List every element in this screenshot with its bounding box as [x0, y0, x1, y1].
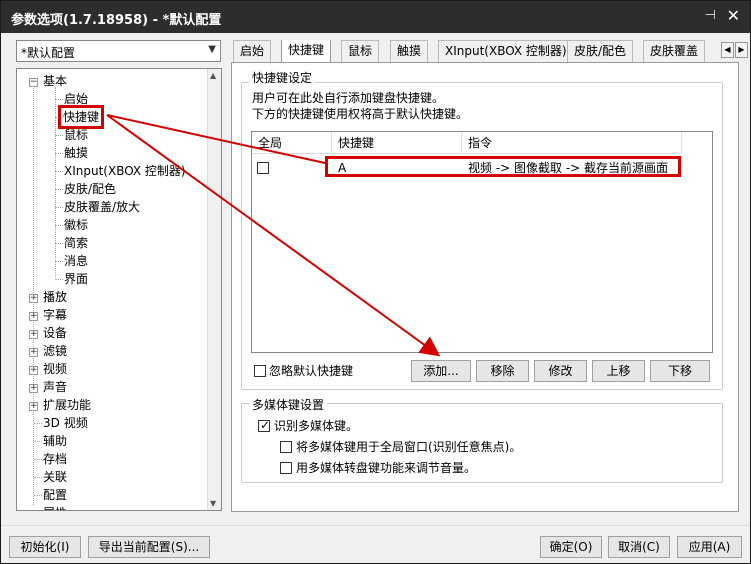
expand-icon[interactable]: +: [29, 330, 38, 339]
global-window-label[interactable]: 将多媒体键用于全局窗口(识别任意焦点)。: [296, 440, 521, 454]
preset-value: *默认配置: [21, 46, 76, 60]
tree-item-archive[interactable]: 存档: [43, 450, 67, 468]
title-bar: 参数选项(1.7.18958) - *默认配置 ⊣ ✕: [1, 1, 750, 33]
tree-connector: [34, 441, 42, 442]
add-button[interactable]: 添加...: [411, 360, 471, 382]
hotkey-desc-2: 下方的快捷键使用权将高于默认快捷键。: [252, 107, 469, 121]
tab-start[interactable]: 启始: [233, 40, 272, 62]
hotkey-desc-1: 用户可在此处自行添加键盘快捷键。: [252, 91, 445, 105]
column-header-key[interactable]: 快捷键: [332, 132, 462, 154]
tree-item-playback[interactable]: 播放: [43, 288, 67, 306]
column-header-global[interactable]: 全局: [252, 132, 332, 154]
tree-item-extensions[interactable]: 扩展功能: [43, 396, 91, 414]
expand-icon[interactable]: +: [29, 366, 38, 375]
tree-item-logo[interactable]: 徽标: [64, 216, 88, 234]
tree-item-hotkeys[interactable]: 快捷键: [57, 105, 105, 129]
ignore-default-checkbox[interactable]: [254, 365, 266, 377]
tab-strip: 启始 快捷键 鼠标 触摸 XInput(XBOX 控制器) 皮肤/配色 皮肤覆盖: [233, 40, 721, 62]
volume-dial-checkbox[interactable]: [280, 462, 292, 474]
apply-button[interactable]: 应用(A): [677, 536, 742, 558]
tree-item-index[interactable]: 简索: [64, 234, 88, 252]
tree-item-video[interactable]: 视频: [43, 360, 67, 378]
collapse-icon[interactable]: −: [29, 78, 38, 87]
tree-item-message[interactable]: 消息: [64, 252, 88, 270]
tree-connector: [55, 135, 63, 136]
tree-connector: [55, 261, 63, 262]
move-up-button[interactable]: 上移: [592, 360, 645, 382]
close-icon[interactable]: ✕: [727, 6, 740, 25]
expand-icon[interactable]: +: [29, 294, 38, 303]
remove-button[interactable]: 移除: [476, 360, 529, 382]
ignore-default-label[interactable]: 忽略默认快捷键: [269, 364, 353, 378]
expand-icon[interactable]: +: [29, 348, 38, 357]
expand-icon[interactable]: +: [29, 402, 38, 411]
recognize-media-label[interactable]: 识别多媒体键。: [274, 419, 358, 433]
scroll-down-icon[interactable]: ▼: [210, 499, 216, 508]
tree-item-properties[interactable]: 属性: [43, 504, 67, 510]
tree-item-subtitle[interactable]: 字幕: [43, 306, 67, 324]
tab-skin-overlay[interactable]: 皮肤覆盖: [643, 40, 706, 62]
tree-item-skin[interactable]: 皮肤/配色: [64, 180, 116, 198]
tree-item-filter[interactable]: 滤镜: [43, 342, 67, 360]
tree-item-touch[interactable]: 触摸: [64, 144, 88, 162]
modify-button[interactable]: 修改: [534, 360, 587, 382]
preferences-window: 参数选项(1.7.18958) - *默认配置 ⊣ ✕ *默认配置 ▼ − 基本…: [0, 0, 751, 564]
tree-item-device[interactable]: 设备: [43, 324, 67, 342]
expand-icon[interactable]: +: [29, 312, 38, 321]
tree-item-audio[interactable]: 声音: [43, 378, 67, 396]
media-group-title: 多媒体键设置: [249, 396, 328, 413]
tree-item-xinput[interactable]: XInput(XBOX 控制器): [64, 162, 186, 180]
tree-item-association[interactable]: 关联: [43, 468, 67, 486]
tree-connector: [55, 243, 63, 244]
scroll-up-icon[interactable]: ▲: [210, 71, 216, 80]
settings-tree[interactable]: − 基本 启始 快捷键 鼠标 触摸 XInput(XBOX 控制器) 皮肤/配色…: [16, 68, 222, 511]
tree-connector: [34, 495, 42, 496]
recognize-media-checkbox[interactable]: [258, 418, 270, 432]
tree-connector: [55, 171, 63, 172]
move-down-button[interactable]: 下移: [650, 360, 710, 382]
global-window-checkbox[interactable]: [280, 441, 292, 453]
preset-select[interactable]: *默认配置 ▼: [16, 40, 221, 62]
tree-item-3d[interactable]: 3D 视频: [43, 414, 88, 432]
tree-connector: [34, 477, 42, 478]
tree-connector: [55, 225, 63, 226]
column-header-command[interactable]: 指令: [462, 132, 682, 154]
tab-scroll-left-icon[interactable]: ◀: [721, 42, 734, 58]
pin-icon[interactable]: ⊣: [705, 8, 716, 23]
tree-item-interface[interactable]: 界面: [64, 270, 88, 288]
chevron-down-icon: ▼: [208, 44, 216, 55]
tree-item-skin-overlay[interactable]: 皮肤覆盖/放大: [64, 198, 140, 216]
tree-connector: [55, 279, 63, 280]
tab-scroll-right-icon[interactable]: ▶: [735, 42, 748, 58]
tree-scrollbar[interactable]: ▲ ▼: [207, 69, 221, 510]
tab-hotkeys[interactable]: 快捷键: [281, 40, 332, 62]
tab-mouse[interactable]: 鼠标: [341, 40, 380, 62]
tree-item-assist[interactable]: 辅助: [43, 432, 67, 450]
tree-item-start[interactable]: 启始: [64, 90, 88, 108]
ok-button[interactable]: 确定(O): [540, 536, 602, 558]
hotkey-row-highlight: [325, 156, 681, 177]
tab-skin[interactable]: 皮肤/配色: [567, 40, 634, 62]
tab-touch[interactable]: 触摸: [390, 40, 429, 62]
tree-connector: [55, 189, 63, 190]
tree-connector: [34, 459, 42, 460]
reset-button[interactable]: 初始化(I): [9, 536, 81, 558]
volume-dial-label[interactable]: 用多媒体转盘键功能来调节音量。: [296, 461, 476, 475]
tree-connector: [55, 207, 63, 208]
tree-guide: [55, 87, 56, 277]
tree-connector: [55, 99, 63, 100]
tree-item-mouse[interactable]: 鼠标: [64, 126, 88, 144]
cancel-button[interactable]: 取消(C): [608, 536, 670, 558]
window-title: 参数选项(1.7.18958) - *默认配置: [11, 13, 222, 28]
hotkey-group-title: 快捷键设定: [249, 69, 316, 86]
tree-connector: [55, 153, 63, 154]
row-global-checkbox[interactable]: [257, 162, 269, 174]
tree-item-config[interactable]: 配置: [43, 486, 67, 504]
expand-icon[interactable]: +: [29, 384, 38, 393]
tree-connector: [34, 423, 42, 424]
tab-xinput[interactable]: XInput(XBOX 控制器): [438, 40, 574, 62]
export-config-button[interactable]: 导出当前配置(S)...: [88, 536, 210, 558]
